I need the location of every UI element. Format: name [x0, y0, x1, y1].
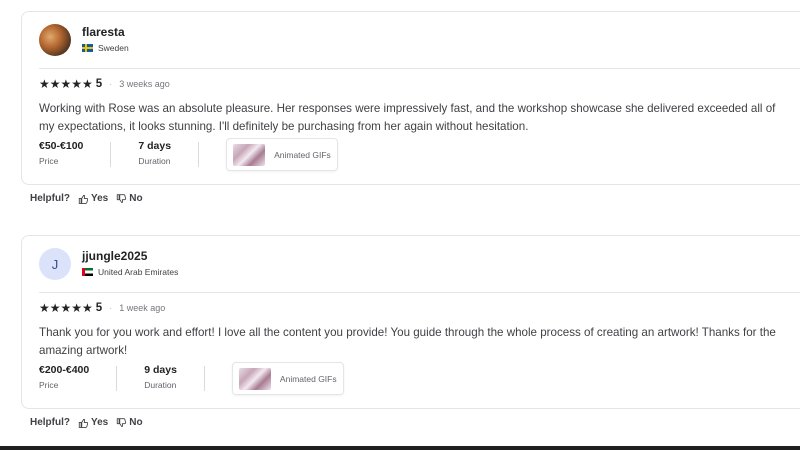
price-info: €200-€400 Price: [39, 364, 89, 390]
country-name: Sweden: [98, 43, 129, 53]
uae-flag-icon: [82, 268, 93, 276]
avatar[interactable]: J: [39, 248, 71, 280]
avatar[interactable]: [39, 24, 71, 56]
gig-tag-label: Animated GIFs: [274, 149, 331, 160]
gig-tag[interactable]: Animated GIFs: [226, 138, 338, 171]
star-rating-icons: ★★★★★: [39, 301, 93, 315]
country-name: United Arab Emirates: [98, 267, 179, 277]
rating-row: ★★★★★ 5 · 3 weeks ago: [39, 77, 170, 91]
helpful-label: Helpful?: [30, 417, 70, 428]
gig-tag[interactable]: Animated GIFs: [231, 362, 344, 395]
no-label: No: [129, 193, 143, 204]
duration-info: 9 days Duration: [144, 364, 177, 390]
helpful-row: Helpful? Yes No: [30, 193, 143, 204]
bottom-edge-bar: [0, 446, 800, 450]
duration-info: 7 days Duration: [138, 140, 171, 166]
rating-value: 5: [95, 78, 103, 90]
price-label: Price: [39, 156, 59, 166]
helpful-no-button[interactable]: No: [116, 417, 143, 428]
review-meta: €200-€400 Price 9 days Duration Animated…: [39, 362, 344, 395]
review-time: 1 week ago: [119, 303, 166, 313]
meta-divider: [116, 366, 118, 391]
thumbs-up-icon: [78, 194, 88, 204]
helpful-no-button[interactable]: No: [116, 193, 143, 204]
gig-thumbnail: [238, 367, 271, 390]
duration-value: 9 days: [144, 364, 177, 376]
thumbs-down-icon: [117, 193, 127, 203]
duration-label: Duration: [138, 156, 171, 166]
thumbs-up-icon: [78, 418, 88, 428]
reviewer-username[interactable]: jjungle2025: [82, 249, 147, 263]
meta-divider: [110, 142, 112, 167]
review-card: J jjungle2025 United Arab Emirates ★★★★★…: [21, 235, 800, 409]
star-rating-icons: ★★★★★: [39, 77, 93, 91]
rating-row: ★★★★★ 5 · 1 week ago: [39, 301, 165, 315]
rating-value: 5: [95, 302, 103, 314]
divider: [39, 292, 800, 293]
price-info: €50-€100 Price: [39, 140, 83, 166]
separator-dot: ·: [109, 303, 113, 313]
helpful-yes-button[interactable]: Yes: [78, 417, 108, 428]
gig-thumbnail: [233, 143, 266, 166]
duration-value: 7 days: [138, 140, 172, 152]
yes-label: Yes: [91, 193, 109, 204]
review-time: 3 weeks ago: [119, 79, 170, 89]
reviewer-country: United Arab Emirates: [82, 267, 178, 277]
thumbs-down-icon: [117, 417, 127, 427]
review-card: flaresta Sweden ★★★★★ 5 · 3 weeks ago Wo…: [21, 11, 800, 185]
price-label: Price: [39, 380, 59, 390]
divider: [39, 68, 800, 69]
separator-dot: ·: [109, 79, 113, 89]
helpful-label: Helpful?: [30, 193, 70, 204]
duration-label: Duration: [144, 380, 177, 390]
price-value: €50-€100: [39, 140, 84, 152]
yes-label: Yes: [91, 417, 109, 428]
review-text: Working with Rose was an absolute pleasu…: [39, 102, 776, 133]
reviewer-country: Sweden: [82, 43, 129, 53]
price-value: €200-€400: [39, 364, 90, 376]
no-label: No: [129, 417, 143, 428]
review-text: Thank you for you work and effort! I lov…: [39, 326, 776, 357]
helpful-row: Helpful? Yes No: [30, 417, 143, 428]
reviewer-username[interactable]: flaresta: [82, 25, 125, 39]
gig-tag-label: Animated GIFs: [279, 373, 337, 384]
meta-divider: [203, 366, 205, 391]
meta-divider: [198, 142, 200, 167]
sweden-flag-icon: [82, 44, 93, 52]
helpful-yes-button[interactable]: Yes: [78, 193, 108, 204]
review-meta: €50-€100 Price 7 days Duration Animated …: [39, 138, 338, 171]
